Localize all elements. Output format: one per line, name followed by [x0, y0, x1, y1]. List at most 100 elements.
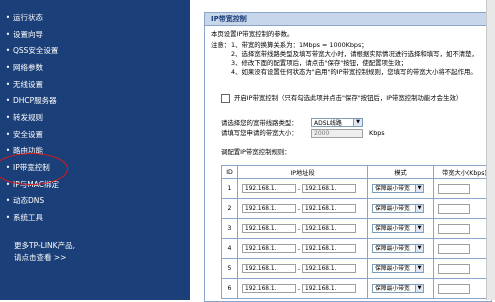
bandwidth-label: 请填写您申请的带宽大小：: [221, 129, 298, 137]
sidebar-item-wizard[interactable]: • 设置向导: [3, 29, 43, 41]
bandwidth-cell: [433, 278, 491, 299]
sidebar-item-security[interactable]: • 安全设置: [3, 129, 43, 141]
sidebar-item-label: 网络参数: [13, 63, 43, 72]
mode-value: 保障最小带宽: [375, 206, 410, 212]
bandwidth-min-input[interactable]: [438, 183, 470, 194]
table-row: 4 192.168.1. -192.168.1. 保障最小带宽 ▼: [221, 238, 491, 259]
note-4: 4、如果没有设置任何状态为"启用"的IP带宽控制规则，您填写的带宽大小将不起作用…: [231, 68, 477, 76]
more-products-line1: 更多TP-LINK产品,: [14, 241, 75, 250]
ip-end-input[interactable]: 192.168.1.: [302, 204, 356, 213]
intro-text: 本页设置IP带宽控制的参数。: [211, 30, 294, 38]
more-products-line2: 请点击查看 >>: [14, 253, 67, 262]
mode-cell: 保障最小带宽 ▼: [367, 198, 434, 219]
main-content: IP带宽控制 本页设置IP带宽控制的参数。 注意： 1、带宽的换算关系为：1Mb…: [198, 0, 495, 302]
header-ip-range: IP地址段: [237, 165, 368, 179]
sidebar-item-qss[interactable]: • QSS安全设置: [3, 45, 59, 57]
sidebar-item-status[interactable]: • 运行状态: [3, 12, 43, 24]
ip-end-value: 192.168.1.: [305, 246, 337, 252]
ip-bandwidth-panel: IP带宽控制 本页设置IP带宽控制的参数。 注意： 1、带宽的换算关系为：1Mb…: [204, 12, 492, 302]
header-bandwidth: 带宽大小(Kbps): [433, 165, 491, 179]
sidebar-item-dhcp[interactable]: • DHCP服务器: [3, 95, 57, 107]
ip-start-value: 192.168.1.: [245, 226, 277, 232]
mode-select[interactable]: 保障最小带宽 ▼: [372, 204, 424, 213]
ip-end-input[interactable]: 192.168.1.: [302, 184, 356, 193]
sidebar-item-label: 动态DNS: [13, 196, 45, 205]
mode-select[interactable]: 保障最小带宽 ▼: [372, 244, 424, 253]
table-header-row: ID IP地址段 模式 带宽大小(Kbps): [221, 165, 491, 179]
ip-start-input[interactable]: 192.168.1.: [242, 184, 296, 193]
line-type-select[interactable]: ADSL线路 ▼: [311, 118, 363, 127]
mode-value: 保障最小带宽: [375, 226, 410, 232]
ip-end-input[interactable]: 192.168.1.: [302, 224, 356, 233]
rule-id: 2: [221, 198, 238, 219]
vertical-scrollbar[interactable]: [486, 0, 495, 300]
sidebar-item-forwarding[interactable]: • 转发规则: [3, 112, 43, 124]
ip-end-input[interactable]: 192.168.1.: [302, 244, 356, 253]
bandwidth-min-input[interactable]: [438, 243, 470, 254]
rule-id: 4: [221, 238, 238, 259]
ip-start-value: 192.168.1.: [245, 186, 277, 192]
mode-cell: 保障最小带宽 ▼: [367, 218, 434, 239]
bandwidth-min-input[interactable]: [438, 283, 470, 294]
mode-select[interactable]: 保障最小带宽 ▼: [372, 224, 424, 233]
line-type-label: 请选择您的宽带线路类型：: [221, 119, 298, 127]
table-row: 2 192.168.1. -192.168.1. 保障最小带宽 ▼: [221, 198, 491, 219]
ip-end-value: 192.168.1.: [305, 206, 337, 212]
chevron-down-icon: ▼: [415, 225, 423, 232]
sidebar-item-label: 设置向导: [13, 30, 43, 39]
ip-end-value: 192.168.1.: [305, 226, 337, 232]
table-row: 5 192.168.1. -192.168.1. 保障最小带宽 ▼: [221, 258, 491, 279]
more-products-link[interactable]: 更多TP-LINK产品, 请点击查看 >>: [14, 240, 75, 264]
sidebar-item-label: 安全设置: [13, 130, 43, 139]
bandwidth-min-input[interactable]: [438, 263, 470, 274]
bandwidth-min-input[interactable]: [438, 203, 470, 214]
bandwidth-min-input[interactable]: [438, 223, 470, 234]
mode-select[interactable]: 保障最小带宽 ▼: [372, 284, 424, 293]
note-3: 3、修改下面的配置项后，请点击"保存"按钮，使配置项生效；: [231, 59, 408, 67]
ip-range-cell: 192.168.1. -192.168.1.: [237, 218, 368, 239]
sidebar-item-wireless[interactable]: • 无线设置: [3, 79, 43, 91]
mode-value: 保障最小带宽: [375, 266, 410, 272]
ip-start-value: 192.168.1.: [245, 266, 277, 272]
note-label: 注意：: [211, 41, 231, 49]
bandwidth-cell: [433, 218, 491, 239]
mode-cell: 保障最小带宽 ▼: [367, 238, 434, 259]
chevron-down-icon: ▼: [415, 265, 423, 272]
sidebar-item-label: 运行状态: [13, 13, 43, 22]
sidebar-item-label: 系统工具: [13, 213, 43, 222]
enable-bandwidth-label: 开启IP带宽控制（只有勾选此项并点击"保存"按钮后，IP带宽控制功能才会生效）: [234, 94, 463, 102]
mode-cell: 保障最小带宽 ▼: [367, 258, 434, 279]
chevron-down-icon: ▼: [415, 205, 423, 212]
mode-select[interactable]: 保障最小带宽 ▼: [372, 264, 424, 273]
ip-end-input[interactable]: 192.168.1.: [302, 264, 356, 273]
sidebar-item-label: 转发规则: [13, 113, 43, 122]
ip-range-cell: 192.168.1. -192.168.1.: [237, 258, 368, 279]
ip-range-cell: 192.168.1. -192.168.1.: [237, 278, 368, 299]
enable-bandwidth-checkbox[interactable]: [221, 93, 230, 103]
ip-range-cell: 192.168.1. -192.168.1.: [237, 198, 368, 219]
sidebar-item-system-tools[interactable]: • 系统工具: [3, 212, 43, 224]
rule-id: 1: [221, 178, 238, 199]
ip-start-input[interactable]: 192.168.1.: [242, 204, 296, 213]
note-1: 1、带宽的换算关系为：1Mbps = 1000Kbps；: [231, 41, 368, 49]
ip-start-input[interactable]: 192.168.1.: [242, 284, 296, 293]
rule-id: 6: [221, 278, 238, 299]
ip-start-input[interactable]: 192.168.1.: [242, 224, 296, 233]
sidebar-item-label: QSS安全设置: [13, 46, 59, 55]
bandwidth-input[interactable]: 2000: [311, 129, 363, 138]
sidebar-item-network[interactable]: • 网络参数: [3, 62, 43, 74]
chevron-down-icon: ▼: [415, 185, 423, 192]
enable-bandwidth-control-row: 开启IP带宽控制（只有勾选此项并点击"保存"按钮后，IP带宽控制功能才会生效）: [221, 93, 462, 103]
ip-start-input[interactable]: 192.168.1.: [242, 244, 296, 253]
ip-end-input[interactable]: 192.168.1.: [302, 284, 356, 293]
mode-cell: 保障最小带宽 ▼: [367, 178, 434, 199]
table-row: 1 192.168.1. -192.168.1. 保障最小带宽 ▼: [221, 178, 491, 199]
ip-start-input[interactable]: 192.168.1.: [242, 264, 296, 273]
ip-range-cell: 192.168.1. -192.168.1.: [237, 178, 368, 199]
sidebar-menu: • 运行状态 • 设置向导 • QSS安全设置 • 网络参数 • 无线设置 • DHCP服务…: [0, 0, 190, 300]
note-2: 2、选择宽带线路类型及填写带宽大小时，请根据实际情况进行选择和填写，如不清楚，: [231, 50, 478, 58]
mode-select[interactable]: 保障最小带宽 ▼: [372, 184, 424, 193]
sidebar-item-ddns[interactable]: • 动态DNS: [3, 195, 44, 207]
ip-range-cell: 192.168.1. -192.168.1.: [237, 238, 368, 259]
table-row: 3 192.168.1. -192.168.1. 保障最小带宽 ▼: [221, 218, 491, 239]
